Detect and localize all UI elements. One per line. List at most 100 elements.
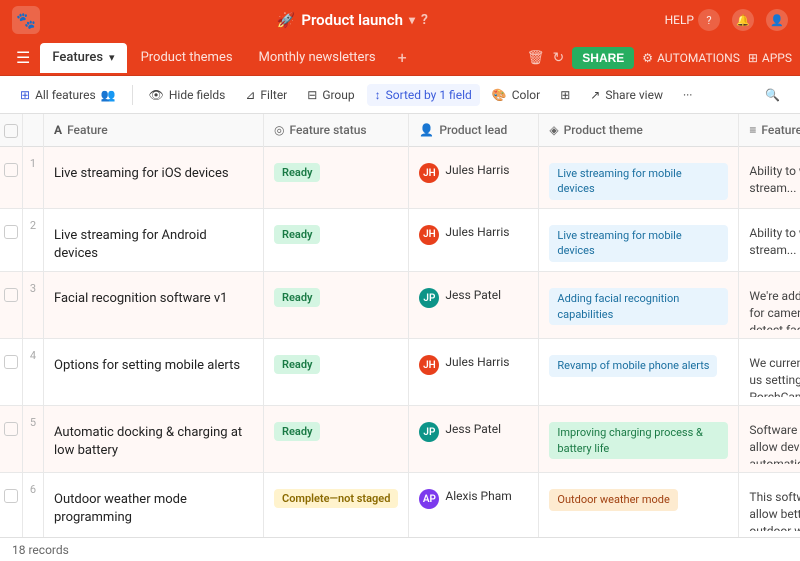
sort-button[interactable]: ↕ Sorted by 1 field [367,84,480,106]
search-icon: 🔍 [765,88,780,102]
color-button[interactable]: 🎨 Color [484,84,548,106]
select-all-checkbox[interactable] [4,124,18,138]
theme-cell[interactable]: Improving charging process & battery lif… [539,406,738,467]
share-button[interactable]: SHARE [572,47,634,69]
lead-cell[interactable]: JHJules Harris [409,147,538,197]
row-checkbox[interactable] [4,422,18,436]
desc-cell: Ability to watch live stream... [739,147,800,205]
desc-text: We're adding the ability for cameras to … [749,280,800,330]
status-cell[interactable]: Ready [264,272,408,322]
desc-header[interactable]: ≡ Feature description [739,114,800,147]
lead-col-label: Product lead [439,123,507,137]
lead-cell[interactable]: JHJules Harris [409,209,538,259]
row-number: 2 [23,209,43,259]
row-height-button[interactable]: ⊞ [552,84,578,106]
tab-monthly-newsletters[interactable]: Monthly newsletters [247,43,388,73]
table-row: 4Options for setting mobile alertsReadyJ… [0,339,800,406]
share-view-button[interactable]: ↗ Share view [582,84,671,106]
notifications-icon[interactable]: 🔔 [732,9,754,31]
automations-button[interactable]: ⚙ AUTOMATIONS [642,51,740,65]
theme-cell[interactable]: Adding facial recognition capabilities [539,272,738,333]
filter-button[interactable]: ⊿ Filter [237,84,295,106]
row-checkbox[interactable] [4,288,18,302]
feature-cell[interactable]: Facial recognition software v1 [44,272,263,322]
title-chevron: ▾ [409,13,415,27]
more-options-button[interactable]: ··· [675,84,700,106]
row-checkbox[interactable] [4,489,18,503]
share-label: SHARE [582,51,624,65]
theme-cell[interactable]: Live streaming for mobile devices [539,147,738,208]
tab-product-themes[interactable]: Product themes [129,43,245,73]
row-height-icon: ⊞ [560,88,570,102]
refresh-icon[interactable]: ↻ [553,50,565,66]
trash-icon[interactable]: 🗑 [527,50,545,66]
app-logo[interactable]: 🐾 [12,6,40,34]
feature-cell[interactable]: Live streaming for iOS devices [44,147,263,197]
help-button[interactable]: HELP ? [665,9,720,31]
status-col-icon: ◎ [274,123,284,137]
color-icon: 🎨 [492,88,507,102]
top-bar: 🐾 🚀 Product launch ▾ ? HELP ? 🔔 👤 [0,0,800,40]
theme-cell[interactable]: Outdoor weather mode [539,473,738,523]
feature-cell[interactable]: Live streaming for Android devices [44,209,263,271]
add-tab-button[interactable]: + [390,48,415,67]
table-row: 3 Facial recognition software v1 ReadyJPJe… [0,272,800,339]
share-view-icon: ↗ [590,88,600,102]
lead-cell[interactable]: JPJess Patel [409,406,538,456]
status-cell[interactable]: Ready [264,209,408,259]
share-view-label: Share view [605,88,663,102]
theme-cell[interactable]: Live streaming for mobile devices [539,209,738,270]
lead-name: Alexis Pham [445,489,511,503]
checkbox-header[interactable] [0,114,23,147]
tab-features[interactable]: Features ▾ [40,43,126,73]
status-cell[interactable]: Ready [264,406,408,456]
all-features-toggle[interactable]: ⊞ All features 👥 [12,84,124,106]
theme-header[interactable]: ◈ Product theme [539,114,739,147]
desc-col-icon: ≡ [749,123,756,137]
desc-cell: This software update allow better handle… [739,473,800,537]
feature-cell[interactable]: Options for setting mobile alerts [44,339,263,389]
status-cell[interactable]: Ready [264,339,408,389]
theme-cell[interactable]: Revamp of mobile phone alerts [539,339,738,389]
lead-name: Jess Patel [445,288,501,302]
status-badge: Ready [274,355,320,374]
hide-fields-button[interactable]: 👁 Hide fields [141,84,234,106]
lead-cell[interactable]: JPJess Patel [409,272,538,322]
theme-col-icon: ◈ [549,123,558,137]
feature-name: Live streaming for iOS devices [54,155,229,183]
hamburger-menu[interactable]: ☰ [8,42,38,73]
lead-cell[interactable]: APAlexis Pham [409,473,538,523]
avatar: JP [419,422,439,442]
desc-cell: Ability to watch live stream... [739,209,800,267]
automations-label: AUTOMATIONS [657,51,740,65]
status-cell[interactable]: Ready [264,147,408,197]
status-cell[interactable]: Complete—not staged [264,473,408,523]
top-bar-center: 🚀 Product launch ▾ ? [277,11,428,29]
avatar: JH [419,355,439,375]
row-checkbox[interactable] [4,163,18,177]
row-checkbox[interactable] [4,225,18,239]
search-button[interactable]: 🔍 [757,84,788,106]
row-checkbox[interactable] [4,355,18,369]
user-icon[interactable]: 👤 [766,9,788,31]
row-number: 3 [23,272,43,322]
lead-header[interactable]: 👤 Product lead [409,114,539,147]
status-header[interactable]: ◎ Feature status [264,114,409,147]
lead-name: Jules Harris [445,355,509,369]
theme-tag: Live streaming for mobile devices [549,163,728,200]
grid-icon: ⊞ [20,88,30,102]
desc-text: Ability to watch live stream... [749,155,800,197]
feature-cell[interactable]: Automatic docking & charging at low batt… [44,406,263,468]
feature-header[interactable]: A Feature [44,114,264,147]
desc-text: Ability to watch live stream... [749,217,800,259]
group-button[interactable]: ⊟ Group [299,84,362,106]
table-row: 5Automatic docking & charging at low bat… [0,406,800,473]
feature-name: Facial recognition software v1 [54,280,227,308]
status-bar: 18 records [0,537,800,561]
color-label: Color [512,88,540,102]
apps-button[interactable]: ⊞ APPS [748,51,792,65]
lead-cell[interactable]: JH Jules Harris [409,339,538,389]
feature-cell[interactable]: Outdoor weather mode programming [44,473,263,535]
desc-cell: We're adding the ability for cameras to … [739,272,800,338]
help-icon[interactable]: ? [698,9,720,31]
